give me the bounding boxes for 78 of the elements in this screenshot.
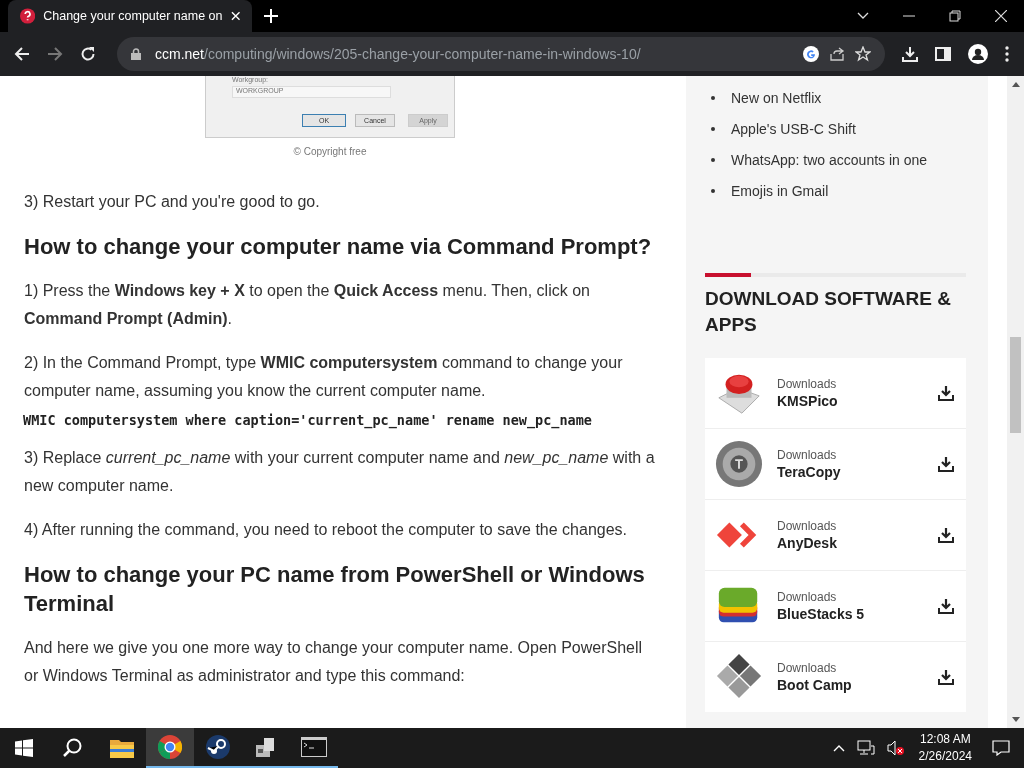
- terminal-icon: [301, 737, 327, 757]
- app-name: KMSPico: [777, 393, 839, 409]
- paragraph: 4) After running the command, you need to reboot the computer to save the changes.: [24, 520, 629, 540]
- chrome-icon: [158, 735, 182, 759]
- code-line: WMIC computersystem where caption='current_pc_name' rename new_pc_name: [23, 411, 593, 430]
- time-text: 12:08 AM: [919, 731, 971, 748]
- address-field[interactable]: ccm.net/computing/windows/205-change-your-computer-name-in-windows-10/: [117, 37, 885, 71]
- diamonds-icon: [715, 653, 763, 701]
- notification-icon[interactable]: [992, 740, 1010, 756]
- bullet-icon: [711, 95, 715, 100]
- side-panel-icon[interactable]: [935, 46, 951, 62]
- sidebar-link[interactable]: Apple's USB-C Shift: [731, 120, 856, 137]
- paragraph: And here we give you one more way to change your computer name. Open PowerShell or Windows Terminal as administrator and type this command:: [24, 638, 644, 686]
- star-icon[interactable]: [855, 46, 871, 62]
- download-card[interactable]: Downloads Boot Camp: [705, 642, 966, 712]
- download-card[interactable]: Downloads TeraCopy: [705, 429, 966, 499]
- section-title: DOWNLOAD SOFTWARE & APPS: [705, 287, 952, 337]
- lock-icon: [131, 48, 141, 60]
- forward-arrow-icon[interactable]: [47, 46, 63, 62]
- steam-icon: [206, 735, 230, 759]
- download-category: Downloads: [777, 519, 838, 533]
- bullet-icon: [711, 126, 715, 131]
- disc-icon: [715, 440, 763, 488]
- date-text: 2/26/2024: [918, 748, 972, 765]
- search-icon[interactable]: [63, 738, 83, 758]
- bullet-icon: [711, 157, 715, 162]
- download-card[interactable]: Downloads AnyDesk: [705, 500, 966, 570]
- paragraph: 3) Restart your PC and you're good to go.: [24, 192, 321, 212]
- tab-title: Change your computer name on: [43, 9, 223, 23]
- network-icon[interactable]: [856, 740, 875, 756]
- close-icon[interactable]: [995, 10, 1007, 22]
- image-caption: © Copyright free: [293, 146, 367, 157]
- download-category: Downloads: [777, 661, 838, 675]
- google-g-icon[interactable]: [803, 46, 819, 62]
- chevron-down-icon[interactable]: [857, 12, 869, 20]
- reload-icon[interactable]: [80, 46, 96, 62]
- download-card[interactable]: Downloads KMSPico: [705, 358, 966, 428]
- clock[interactable]: 12:08 AM 2/26/2024: [918, 731, 972, 765]
- scroll-down-icon[interactable]: [1011, 717, 1020, 722]
- download-category: Downloads: [777, 377, 838, 391]
- sidebar-link[interactable]: Emojis in Gmail: [731, 182, 829, 199]
- download-icon[interactable]: [938, 456, 954, 472]
- app-name: TeraCopy: [777, 464, 842, 480]
- download-icon[interactable]: [938, 527, 954, 543]
- section-heading: How to change your computer name via Command Prompt?: [24, 233, 653, 261]
- paragraph: 2) In the Command Prompt, type WMIC computersystem command to change your computer name, assuming you know the current computer name.: [24, 353, 624, 401]
- app-name: Boot Camp: [777, 677, 853, 693]
- share-icon[interactable]: [829, 46, 845, 62]
- profile-icon[interactable]: [968, 44, 988, 64]
- download-icon[interactable]: [938, 669, 954, 685]
- scroll-thumb[interactable]: [1010, 337, 1021, 433]
- download-icon[interactable]: [938, 598, 954, 614]
- download-category: Downloads: [777, 590, 838, 604]
- back-arrow-icon[interactable]: [14, 46, 30, 62]
- paragraph: 3) Replace current_pc_name with your current computer name and new_pc_name with a new computer name.: [24, 448, 656, 496]
- paragraph: 1) Press the Windows key + X to open the Quick Access menu. Then, click on Command Prompt (Admin).: [24, 281, 591, 329]
- bullet-icon: [711, 188, 715, 193]
- speaker-muted-icon[interactable]: [886, 740, 905, 756]
- new-tab-icon[interactable]: [264, 9, 278, 23]
- download-icon[interactable]: [902, 46, 918, 62]
- chevron-up-icon[interactable]: [832, 744, 845, 752]
- menu-icon[interactable]: [1005, 46, 1009, 62]
- sidebar-link[interactable]: WhatsApp: two accounts in one: [731, 151, 928, 168]
- windows-start-icon[interactable]: [15, 739, 33, 757]
- restore-icon[interactable]: [949, 10, 961, 22]
- taskbar-app[interactable]: [146, 728, 194, 768]
- app-name: AnyDesk: [777, 535, 838, 551]
- download-icon[interactable]: [938, 385, 954, 401]
- download-category: Downloads: [777, 448, 838, 462]
- section-heading: How to change your PC name from PowerShell or Windows Terminal: [24, 561, 646, 618]
- scroll-up-icon[interactable]: [1011, 82, 1020, 87]
- folder-icon: [110, 738, 134, 758]
- app-name: BlueStacks 5: [777, 606, 866, 622]
- sidebar-link[interactable]: New on Netflix: [731, 89, 822, 106]
- url-text: ccm.net/computing/windows/205-change-your-computer-name-in-windows-10/: [155, 46, 641, 62]
- download-card[interactable]: Downloads BlueStacks 5: [705, 571, 966, 641]
- question-mark-icon: [20, 8, 36, 24]
- browser-tab[interactable]: Change your computer name on: [8, 0, 252, 32]
